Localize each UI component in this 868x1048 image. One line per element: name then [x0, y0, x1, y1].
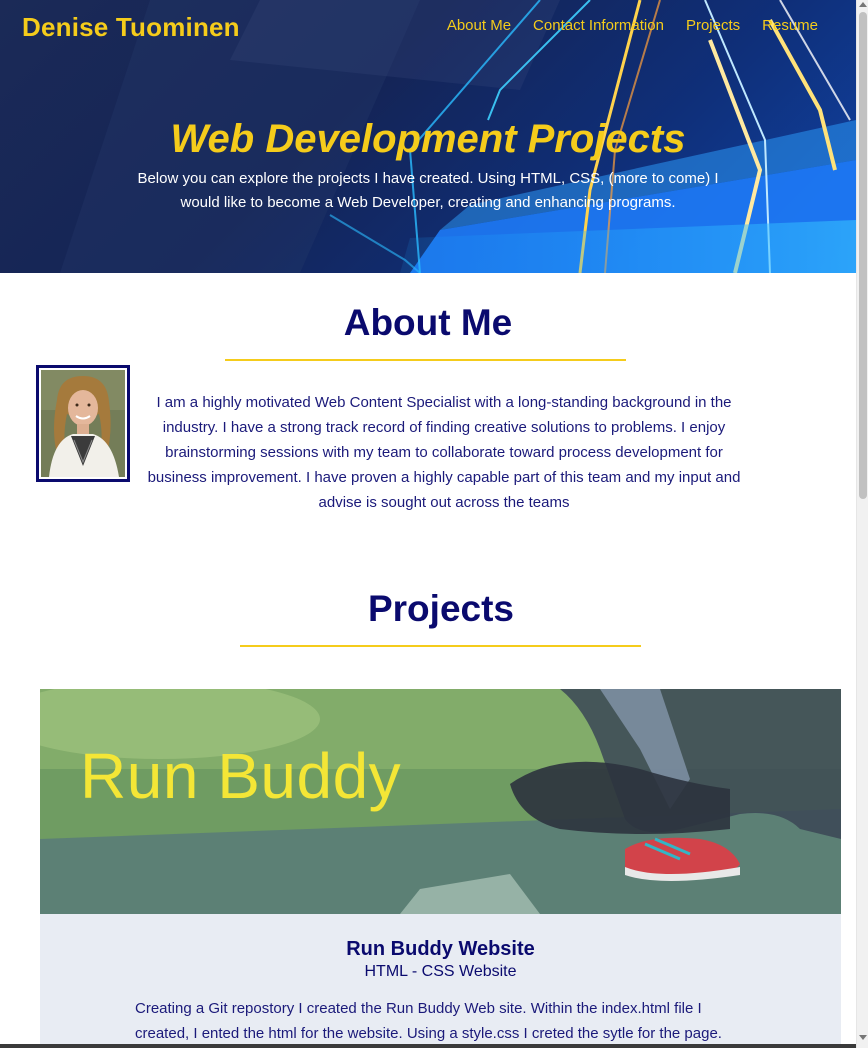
profile-portrait-graphic: [41, 370, 125, 477]
about-section-title: About Me: [343, 302, 513, 343]
scroll-down-arrow-icon[interactable]: [859, 1035, 867, 1040]
profile-photo-image: [41, 370, 125, 477]
hero-intro-text: Below you can explore the projects I hav…: [137, 170, 719, 211]
project-description: Creating a Git repostory I created the R…: [135, 1000, 722, 1042]
project-subtitle: HTML - CSS Website: [364, 963, 517, 980]
nav-link-resume[interactable]: Resume: [762, 17, 818, 34]
hero-header: Denise Tuominen About Me Contact Informa…: [0, 0, 856, 273]
about-text: I am a highly motivated Web Content Spec…: [147, 394, 741, 511]
hero-title: Web Development Projects: [170, 117, 686, 161]
projects-title-underline: [240, 645, 641, 647]
scrollbar-thumb[interactable]: [859, 12, 867, 499]
projects-section-title: Projects: [367, 588, 514, 629]
about-title-underline: [225, 359, 626, 361]
project-title[interactable]: Run Buddy Website: [40, 938, 841, 961]
run-buddy-image-label: Run Buddy: [80, 740, 402, 812]
run-buddy-project-image[interactable]: Run Buddy: [40, 689, 841, 914]
site-name[interactable]: Denise Tuominen: [22, 12, 240, 43]
nav-link-contact-information[interactable]: Contact Information: [533, 17, 664, 34]
window-bottom-edge: [0, 1044, 856, 1048]
run-buddy-project-card: Run Buddy Website HTML - CSS Website Cre…: [40, 914, 841, 1048]
nav-link-projects[interactable]: Projects: [686, 17, 740, 34]
vertical-scrollbar[interactable]: [856, 0, 868, 1048]
profile-photo: [36, 365, 130, 482]
nav-link-about-me[interactable]: About Me: [447, 17, 511, 34]
scroll-up-arrow-icon[interactable]: [859, 2, 867, 7]
main-nav: About Me Contact Information Projects Re…: [447, 17, 818, 34]
